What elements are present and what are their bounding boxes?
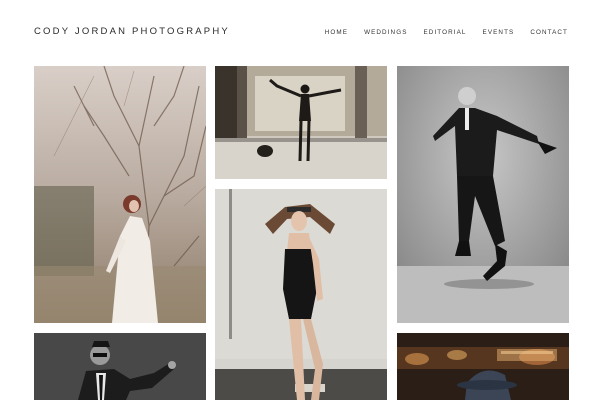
nav-editorial[interactable]: EDITORIAL xyxy=(424,29,467,36)
gallery-photo-man-sunglasses[interactable] xyxy=(34,333,206,400)
site-header: CODY JORDAN PHOTOGRAPHY HOME WEDDINGS ED… xyxy=(0,0,600,62)
nav-contact[interactable]: CONTACT xyxy=(530,29,568,36)
main-nav: HOME WEDDINGS EDITORIAL EVENTS CONTACT xyxy=(309,29,568,36)
gallery-photo-dancer-hall[interactable] xyxy=(215,66,387,179)
nav-weddings[interactable]: WEDDINGS xyxy=(364,29,407,36)
site-logo[interactable]: CODY JORDAN PHOTOGRAPHY xyxy=(34,26,230,37)
nav-home[interactable]: HOME xyxy=(325,29,348,36)
gallery-photo-woman-branches[interactable] xyxy=(34,66,206,323)
gallery-photo-woman-swimsuit[interactable] xyxy=(215,189,387,400)
gallery-photo-man-suit-dance[interactable] xyxy=(397,66,569,323)
nav-events[interactable]: EVENTS xyxy=(483,29,515,36)
gallery-photo-hat-city-lights[interactable] xyxy=(397,333,569,400)
